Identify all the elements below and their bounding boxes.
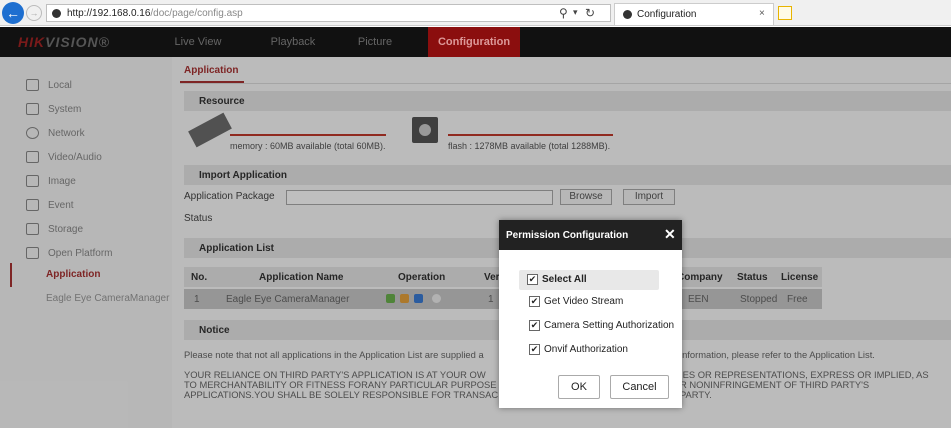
dropdown-icon[interactable]: ▾: [573, 7, 578, 18]
nav-picture[interactable]: Picture: [350, 27, 400, 57]
nav-live-view[interactable]: Live View: [170, 27, 226, 57]
logo: HIKVISION®: [18, 34, 110, 50]
checkbox-icon[interactable]: ✔: [529, 344, 540, 355]
url-text: http://192.168.0.16/doc/page/config.asp: [67, 8, 243, 19]
checkbox-icon[interactable]: ✔: [529, 296, 540, 307]
browser-toolbar: ← → http://192.168.0.16/doc/page/config.…: [0, 0, 951, 26]
checkbox-label: Get Video Stream: [544, 296, 624, 307]
dialog-header: Permission Configuration ✕: [499, 220, 682, 250]
browser-tab[interactable]: Configuration ×: [614, 3, 774, 25]
tab-close-icon[interactable]: ×: [759, 8, 765, 19]
nav-playback[interactable]: Playback: [262, 27, 324, 57]
checkbox-icon[interactable]: ✔: [527, 274, 538, 285]
checkbox-label: Select All: [542, 274, 587, 285]
ok-button[interactable]: OK: [558, 375, 600, 399]
close-icon[interactable]: ✕: [664, 226, 676, 243]
nav-configuration[interactable]: Configuration: [428, 27, 520, 57]
cancel-button[interactable]: Cancel: [610, 375, 669, 399]
checkbox-icon[interactable]: ✔: [529, 320, 540, 331]
refresh-icon[interactable]: ↻: [585, 6, 595, 20]
dialog-title: Permission Configuration: [506, 230, 629, 241]
checkbox-label: Camera Setting Authorization: [544, 320, 675, 331]
app-header: HIKVISION® Live View Playback Picture Co…: [0, 27, 951, 57]
tab-site-icon: [623, 10, 632, 19]
select-all-checkbox[interactable]: ✔ Select All: [519, 270, 659, 290]
checkbox-label: Onvif Authorization: [544, 344, 628, 355]
new-tab-button[interactable]: [778, 6, 792, 20]
forward-button[interactable]: →: [26, 5, 42, 21]
modal-overlay: [0, 57, 951, 428]
permission-dialog: Permission Configuration ✕ ✔ Select All …: [499, 220, 682, 408]
search-icon[interactable]: ⚲: [559, 6, 568, 20]
tab-title: Configuration: [637, 9, 697, 20]
back-button[interactable]: ←: [2, 2, 24, 24]
address-bar[interactable]: http://192.168.0.16/doc/page/config.asp …: [46, 4, 611, 22]
site-icon: [52, 9, 61, 18]
